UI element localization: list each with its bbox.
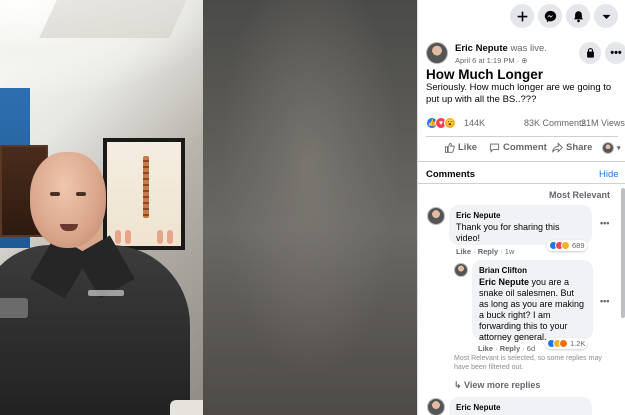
comment-button[interactable]: Comment [489,142,547,153]
post-meta: April 6 at 1:19 PM · ⊕ [455,56,528,65]
reply-reaction-count: 1.2K [570,339,586,348]
comment-bubble: Eric Nepute Thank you for sharing this v… [449,205,592,245]
avatar [602,142,614,154]
presenter [0,150,203,415]
reaction-count[interactable]: 144K [464,118,485,128]
view-count: 21M Views [581,118,625,128]
chevron-down-icon[interactable] [594,4,618,28]
comment-author[interactable]: Eric Nepute [456,402,585,413]
divider [418,161,625,162]
comments-scrollbar[interactable] [621,188,625,318]
video-frame [0,0,203,415]
reply-like-link[interactable]: Like [478,344,493,353]
comment-time[interactable]: 1w [505,247,515,256]
comment-bubble: Eric Nepute [449,397,592,415]
divider [418,183,625,184]
reply-meta: Like · Reply · 6d [478,344,536,353]
comment-icon [489,143,500,153]
comment-meta: Like · Reply · 1w [456,247,515,256]
post-header: Eric Nepute was live. April 6 at 1:19 PM… [426,42,625,70]
comment-avatar[interactable] [427,398,445,415]
hide-comments-link[interactable]: Hide [599,169,619,180]
reply-mention[interactable]: Eric Nepute [479,277,529,287]
haha-reaction-icon [561,241,570,250]
facebook-watch-page: Eric Nepute was live. April 6 at 1:19 PM… [0,0,625,415]
comment-author[interactable]: Eric Nepute [456,210,585,221]
comment-text: Thank you for sharing this video! [456,222,560,243]
share-icon [552,142,563,153]
globe-icon: · ⊕ [516,56,528,65]
author-action: was live. [510,43,547,54]
messenger-icon[interactable] [538,4,562,28]
comment-avatar[interactable] [427,207,445,225]
share-button[interactable]: Share [552,142,592,153]
comment-options-button[interactable]: ••• [600,218,609,228]
reaction-icons[interactable]: 👍 ♥ 😮 [426,117,456,129]
reply-author[interactable]: Brian Clifton [479,265,586,276]
filter-note: Most Relevant is selected, so some repli… [454,355,602,371]
post-date[interactable]: April 6 at 1:19 PM [455,56,515,65]
video-player[interactable] [0,0,417,415]
plus-icon[interactable] [510,4,534,28]
reply-time[interactable]: 6d [527,344,535,353]
comment-sort-dropdown[interactable]: Most Relevant [549,190,610,200]
view-more-replies-link[interactable]: ↳ View more replies [454,380,540,391]
post-actions: Like Comment Share ▾ [426,140,625,158]
audience-selector[interactable]: ▾ [602,142,621,154]
reply-bubble: Brian Clifton Eric Nepute you are a snak… [472,260,593,342]
reply-reactions[interactable]: 1.2K [545,338,588,349]
wow-reaction-icon: 😮 [444,117,456,129]
more-options-button[interactable]: ••• [605,42,625,64]
reply-avatar[interactable] [454,263,468,277]
blurred-background [203,0,417,415]
author-avatar[interactable] [426,42,448,64]
reply-arrow-icon: ↳ [454,380,465,390]
post-stats: 👍 ♥ 😮 144K 83K Comments 21M Views [426,117,625,131]
reply-reply-link[interactable]: Reply [500,344,520,353]
comments-heading: Comments [426,169,476,180]
comment-like-link[interactable]: Like [456,247,471,256]
bookmark-icon [586,47,594,58]
angry-reaction-icon [559,339,568,348]
bell-icon[interactable] [566,4,590,28]
top-bar [418,0,625,32]
divider [426,136,618,137]
ceiling-beam [39,0,187,38]
comment-reaction-count: 689 [572,241,585,250]
author-name[interactable]: Eric Nepute [455,43,508,54]
like-button[interactable]: Like [444,142,477,153]
comment-count[interactable]: 83K Comments [524,118,586,128]
post-body: Seriously. How much longer are we going … [426,82,612,105]
post-panel: Eric Nepute was live. April 6 at 1:19 PM… [417,0,625,415]
reply-options-button[interactable]: ••• [600,296,609,306]
save-button[interactable] [579,42,601,64]
caret-down-icon: ▾ [617,145,621,152]
comment-reply-link[interactable]: Reply [478,247,498,256]
author-line: Eric Nepute was live. [455,43,547,54]
comment-reactions[interactable]: 689 [547,240,587,251]
post-title: How Much Longer [426,67,543,82]
thumbs-up-icon [444,142,455,153]
